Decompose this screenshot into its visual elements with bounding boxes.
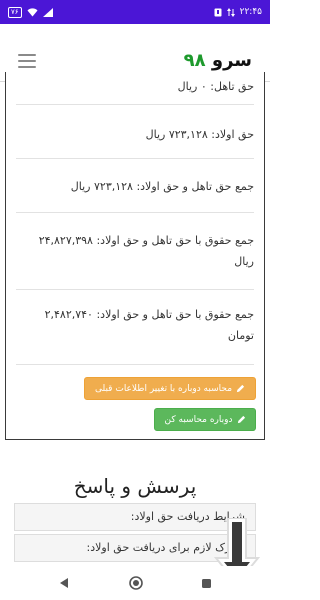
recalculate-with-previous-label: محاسبه دوباره با تغییر اطلاعات قبلی [94,383,233,394]
pencil-icon [237,415,245,424]
recalculate-label: دوباره محاسبه کن [164,414,233,425]
divider [16,212,254,213]
divider [16,289,254,290]
status-bar: ۷۶ ۲۲:۴۵ [0,0,270,24]
notification-icon [214,8,222,16]
divider [16,364,254,365]
clock: ۲۲:۴۵ [239,7,262,17]
result-row-children: حق اولاد: ۷۲۳,۱۲۸ ریال [145,128,254,141]
qa-title: پرسش و پاسخ [73,474,197,498]
status-bar-right: ۲۲:۴۵ [214,7,262,17]
result-row-marriage: حق تاهل: ۰ ریال [177,80,254,93]
app-title: سرو ۹۸ [184,50,252,71]
recalculate-button[interactable]: دوباره محاسبه کن [154,408,256,431]
result-row-total-rial: جمع حقوق با حق تاهل و حق اولاد: ۲۴,۸۲۷,۳… [38,234,254,268]
recalculate-with-previous-button[interactable]: محاسبه دوباره با تغییر اطلاعات قبلی [84,377,256,400]
recents-icon[interactable] [201,578,212,589]
navigation-bar [0,566,270,600]
back-icon[interactable] [58,577,70,589]
data-transfer-icon [226,7,235,17]
status-bar-left: ۷۶ [8,6,53,18]
divider [16,104,254,105]
result-row-total-toman: جمع حقوق با حق تاهل و حق اولاد: ۲,۴۸۲,۷۴… [44,308,254,342]
battery-icon: ۷۶ [8,6,22,18]
app-title-number: ۹۸ [183,50,206,71]
hamburger-icon[interactable] [18,53,36,68]
result-row-allowance-sum: جمع حق تاهل و حق اولاد: ۷۲۳,۱۲۸ ریال [70,180,254,193]
signal-icon [42,7,53,17]
home-icon[interactable] [128,576,143,590]
wifi-icon [27,7,38,16]
app-title-text: سرو [211,50,252,71]
pencil-icon [236,384,245,393]
divider [16,158,254,159]
